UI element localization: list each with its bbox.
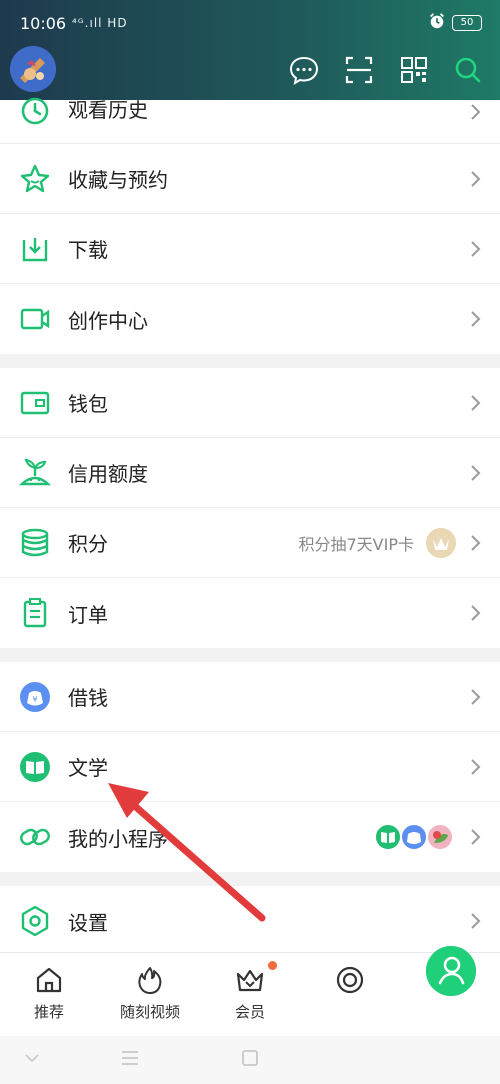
back-chevron-icon[interactable] (20, 1046, 44, 1070)
chevron-right-icon (471, 464, 481, 481)
signal-indicator: ⁴ᴳ.ıll HD (72, 16, 128, 30)
menu-item-history[interactable]: 观看历史 (0, 97, 500, 144)
chevron-right-icon (471, 104, 481, 120)
battery-indicator: 50 (452, 15, 482, 31)
chevron-right-icon (471, 170, 481, 187)
link-icon (20, 828, 50, 846)
chevron-right-icon (471, 605, 481, 621)
download-icon (22, 237, 48, 261)
chevron-right-icon (471, 311, 481, 327)
money-bag-icon: ¥ (20, 681, 50, 712)
menu-item-mini-programs[interactable]: 我的小程序 (0, 802, 500, 872)
status-bar: 10:06 ⁴ᴳ.ıll HD 50 (0, 0, 500, 48)
menu-item-points[interactable]: 积分 积分抽7天VIP卡 (0, 508, 500, 578)
status-time: 10:06 (20, 14, 67, 33)
qr-code-icon[interactable] (398, 54, 430, 86)
menu-item-literature[interactable]: 文学 (0, 732, 500, 802)
section-divider (0, 354, 500, 368)
crown-icon (236, 969, 264, 992)
tab-label: 随刻视频 (119, 1003, 180, 1021)
message-icon[interactable] (288, 54, 320, 86)
chevron-right-icon (471, 394, 481, 411)
tab-label: 推荐 (33, 1003, 64, 1021)
tab-vip[interactable]: 会员 (205, 961, 295, 1031)
my-profile-button[interactable] (426, 946, 476, 996)
home-square-icon[interactable] (238, 1046, 262, 1070)
menu-group-2: 钱包 信用额度 积分 积分抽7天VIP卡 订单 (0, 368, 500, 648)
menu-item-label: 创作中心 (68, 308, 148, 333)
menu-item-label: 设置 (68, 910, 108, 935)
alarm-icon (430, 13, 444, 29)
mini-program-icons (374, 823, 454, 851)
video-camera-icon (20, 308, 50, 330)
menu-item-download[interactable]: 下载 (0, 214, 500, 284)
menu-group-3: ¥ 借钱 文学 我的小程序 (0, 662, 500, 872)
clipboard-icon (23, 598, 47, 628)
settings-icon (21, 905, 49, 937)
circle-icon (336, 966, 364, 994)
tab-label: 会员 (234, 1003, 265, 1021)
coins-icon (21, 528, 49, 556)
menu-item-label: 我的小程序 (68, 826, 168, 851)
notification-dot (268, 961, 277, 970)
chevron-right-icon (471, 534, 481, 551)
user-icon (426, 946, 476, 996)
menu-item-label: 文学 (68, 756, 108, 780)
menu-item-label: 观看历史 (68, 98, 148, 122)
menu-item-label: 收藏与预约 (68, 168, 168, 192)
header: 10:06 ⁴ᴳ.ıll HD 50 (0, 0, 500, 100)
bottom-tab-bar: 推荐 随刻视频 会员 (0, 952, 500, 1036)
menu-item-orders[interactable]: 订单 (0, 578, 500, 648)
menu-item-wallet[interactable]: 钱包 (0, 368, 500, 438)
tab-circle[interactable] (305, 961, 395, 1031)
system-nav-bar (0, 1036, 500, 1084)
menu-item-label: 借钱 (68, 686, 108, 710)
wallet-icon (20, 391, 50, 414)
flame-icon (138, 967, 162, 994)
menu-item-borrow[interactable]: ¥ 借钱 (0, 662, 500, 732)
menu-item-label: 下载 (68, 238, 108, 262)
chevron-right-icon (471, 829, 481, 845)
section-divider (0, 872, 500, 886)
chevron-right-icon (471, 758, 481, 775)
scan-icon[interactable] (343, 54, 375, 86)
menu-item-label: 积分 (68, 532, 108, 556)
chevron-right-icon (471, 240, 481, 257)
menu-item-favorites[interactable]: 收藏与预约 (0, 144, 500, 214)
avatar-image (10, 46, 56, 92)
tab-suike-video[interactable]: 随刻视频 (105, 961, 195, 1031)
book-icon (20, 751, 50, 782)
home-icon (36, 967, 62, 993)
menu-item-credit-limit[interactable]: 信用额度 (0, 438, 500, 508)
clock-icon (21, 97, 49, 125)
svg-text:¥: ¥ (32, 695, 37, 704)
points-promo-text: 积分抽7天VIP卡 (298, 534, 415, 554)
chevron-right-icon (471, 913, 481, 929)
menu-item-settings[interactable]: 设置 (0, 886, 500, 956)
menu-item-creator-center[interactable]: 创作中心 (0, 284, 500, 354)
sprout-icon (18, 458, 52, 485)
star-icon (20, 164, 50, 192)
menu-item-label: 信用额度 (68, 462, 148, 486)
tab-recommend[interactable]: 推荐 (4, 961, 94, 1031)
section-divider (0, 648, 500, 662)
menu-item-label: 钱包 (68, 392, 108, 416)
menu-icon[interactable] (118, 1046, 142, 1070)
menu-list: 观看历史 收藏与预约 下载 创作中心 钱包 信用额度 积分 积分抽7天VIP卡 … (0, 97, 500, 956)
menu-group-1: 观看历史 收藏与预约 下载 创作中心 (0, 97, 500, 354)
search-icon[interactable] (452, 54, 484, 86)
crown-badge-icon (426, 527, 456, 558)
chevron-right-icon (471, 688, 481, 705)
menu-item-label: 订单 (68, 602, 108, 627)
menu-group-4: 设置 (0, 886, 500, 956)
avatar[interactable] (10, 46, 56, 92)
